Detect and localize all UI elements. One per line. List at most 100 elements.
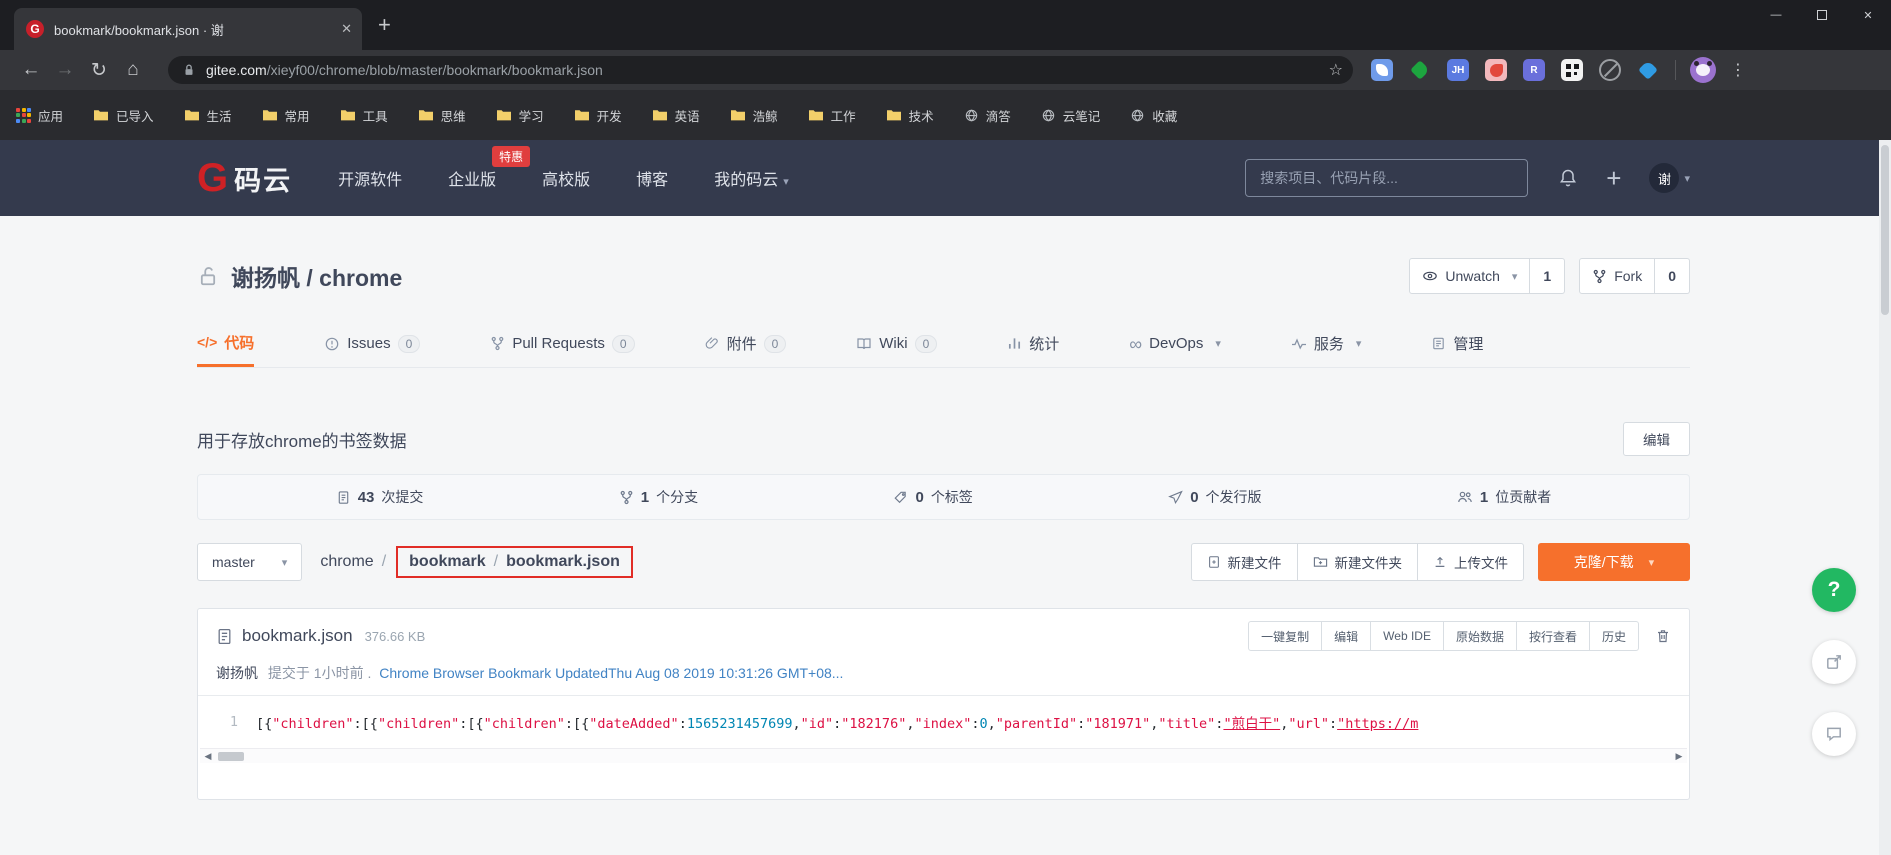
stat-branches[interactable]: 1个分支	[619, 487, 698, 507]
delete-file-icon[interactable]	[1655, 628, 1671, 644]
user-avatar[interactable]: 谢	[1649, 163, 1679, 193]
committer-name[interactable]: 谢扬帆	[216, 665, 258, 681]
tab-manage[interactable]: 管理	[1431, 322, 1483, 367]
bookmark-folder[interactable]: 英语	[652, 106, 700, 125]
qr-code-extension-icon[interactable]	[1561, 59, 1583, 81]
create-new-icon[interactable]: +	[1606, 165, 1621, 191]
breadcrumb-file[interactable]: bookmark.json	[506, 553, 620, 571]
browser-tab[interactable]: G bookmark/bookmark.json · 谢 ✕	[14, 8, 362, 50]
bookmark-folder[interactable]: 学习	[496, 106, 544, 125]
bookmark-link[interactable]: 云笔记	[1041, 106, 1101, 125]
blame-button[interactable]: 按行查看	[1516, 621, 1590, 651]
r-extension-icon[interactable]: R	[1523, 59, 1545, 81]
tab-statistics[interactable]: 统计	[1007, 322, 1059, 367]
tab-attachments[interactable]: 附件0	[705, 322, 787, 367]
tab-code[interactable]: </>代码	[197, 322, 254, 367]
bookmark-folder[interactable]: 工作	[808, 106, 856, 125]
bookmark-label: 英语	[675, 106, 700, 125]
cursor-extension-icon[interactable]	[1599, 59, 1621, 81]
site-search-input[interactable]	[1245, 159, 1528, 197]
upload-file-button[interactable]: 上传文件	[1417, 543, 1524, 581]
breadcrumb-dir[interactable]: bookmark	[409, 553, 485, 571]
forward-icon[interactable]: →	[48, 59, 82, 81]
web-ide-button[interactable]: Web IDE	[1370, 621, 1444, 651]
scroll-left-icon[interactable]: ◀	[200, 751, 216, 762]
nav-open-source[interactable]: 开源软件	[338, 166, 402, 190]
history-button[interactable]: 历史	[1589, 621, 1639, 651]
watch-count[interactable]: 1	[1530, 258, 1565, 294]
nav-blog[interactable]: 博客	[636, 166, 668, 190]
copy-button[interactable]: 一键复制	[1248, 621, 1322, 651]
notifications-bell-icon[interactable]	[1558, 168, 1578, 188]
reload-icon[interactable]: ↻	[82, 59, 116, 82]
repo-name[interactable]: chrome	[319, 265, 402, 291]
bookmark-folder[interactable]: 开发	[574, 106, 622, 125]
gitee-logo[interactable]: G 码云	[197, 158, 292, 198]
help-floating-button[interactable]: ?	[1812, 568, 1856, 612]
repo-owner[interactable]: 谢扬帆	[231, 265, 300, 291]
window-maximize-button[interactable]	[1799, 0, 1845, 30]
red-extension-icon[interactable]	[1485, 59, 1507, 81]
extension-icon[interactable]	[1371, 59, 1393, 81]
new-folder-button[interactable]: 新建文件夹	[1297, 543, 1419, 581]
green-tag-extension-icon[interactable]	[1409, 59, 1431, 81]
fork-count[interactable]: 0	[1655, 258, 1690, 294]
share-floating-button[interactable]	[1812, 640, 1856, 684]
edit-file-button[interactable]: 编辑	[1321, 621, 1371, 651]
branch-selector[interactable]: master▾	[197, 543, 302, 581]
home-icon[interactable]: ⌂	[116, 59, 150, 81]
bookmark-link[interactable]: 收藏	[1130, 106, 1177, 125]
bookmark-label: 工具	[363, 106, 388, 125]
page-scrollbar[interactable]	[1879, 140, 1891, 855]
stat-contributors[interactable]: 1位贡献者	[1457, 487, 1551, 507]
bookmark-star-icon[interactable]: ☆	[1329, 60, 1343, 80]
tab-pull-requests[interactable]: Pull Requests0	[490, 322, 634, 367]
tab-issues[interactable]: Issues0	[324, 322, 420, 367]
bookmark-folder[interactable]: 已导入	[93, 106, 154, 125]
tab-wiki[interactable]: Wiki0	[856, 322, 937, 367]
tab-services[interactable]: 服务▾	[1291, 322, 1362, 367]
fork-button[interactable]: Fork	[1579, 258, 1655, 294]
avatar-chevron-down-icon[interactable]: ▾	[1684, 172, 1690, 185]
bookmark-folder[interactable]: 工具	[340, 106, 388, 125]
stat-tags[interactable]: 0个标签	[893, 487, 972, 507]
watch-button-group: Unwatch ▾ 1	[1409, 258, 1565, 294]
bookmark-folder[interactable]: 生活	[184, 106, 232, 125]
commit-message-link[interactable]: Chrome Browser Bookmark UpdatedThu Aug 0…	[379, 665, 843, 681]
nav-education[interactable]: 高校版	[542, 166, 590, 190]
bookmark-link[interactable]: 滴答	[964, 106, 1011, 125]
back-icon[interactable]: ←	[14, 59, 48, 81]
tab-devops[interactable]: ∞DevOps▾	[1129, 322, 1221, 367]
horizontal-scrollbar[interactable]: ◀ ▶	[200, 748, 1687, 763]
edit-description-button[interactable]: 编辑	[1623, 422, 1690, 456]
nav-my-gitee[interactable]: 我的码云▾	[714, 166, 789, 190]
blue-tag-extension-icon[interactable]	[1637, 59, 1659, 81]
clone-download-button[interactable]: 克隆/下载▾	[1538, 543, 1690, 581]
jh-extension-icon[interactable]: JH	[1447, 59, 1469, 81]
window-close-button[interactable]: ✕	[1845, 0, 1891, 30]
scroll-right-icon[interactable]: ▶	[1671, 751, 1687, 762]
unwatch-button[interactable]: Unwatch ▾	[1409, 258, 1530, 294]
browser-profile-avatar[interactable]	[1690, 57, 1716, 83]
bookmark-folder[interactable]: 浩鲸	[730, 106, 778, 125]
nav-enterprise[interactable]: 企业版特惠	[448, 166, 496, 190]
feedback-floating-button[interactable]	[1812, 712, 1856, 756]
file-size: 376.66 KB	[365, 629, 426, 644]
bookmark-folder[interactable]: 技术	[886, 106, 934, 125]
new-tab-button[interactable]: +	[378, 14, 391, 36]
new-file-button[interactable]: 新建文件	[1191, 543, 1298, 581]
browser-menu-icon[interactable]: ⋮	[1730, 60, 1746, 80]
scrollbar-thumb[interactable]	[218, 752, 244, 761]
bookmark-item-apps[interactable]: 应用	[16, 106, 63, 125]
address-bar[interactable]: gitee.com/xieyf00/chrome/blob/master/boo…	[168, 56, 1353, 84]
tab-close-icon[interactable]: ✕	[341, 21, 352, 37]
bookmark-folder[interactable]: 常用	[262, 106, 310, 125]
stat-releases[interactable]: 0个发行版	[1168, 487, 1261, 507]
raw-button[interactable]: 原始数据	[1443, 621, 1517, 651]
stat-commits[interactable]: 43次提交	[336, 487, 424, 507]
page-scrollbar-thumb[interactable]	[1881, 145, 1889, 315]
bookmark-folder[interactable]: 思维	[418, 106, 466, 125]
line-number[interactable]: 1	[198, 714, 256, 730]
breadcrumb-root[interactable]: chrome	[320, 553, 373, 571]
window-minimize-button[interactable]: —	[1753, 0, 1799, 30]
